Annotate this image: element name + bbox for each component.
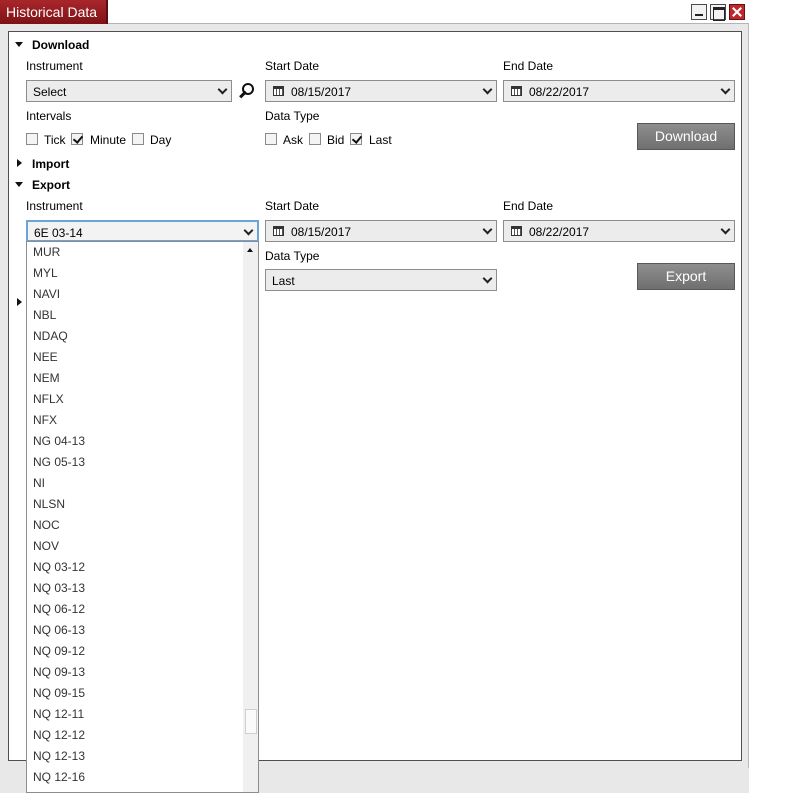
collapsed-section-icon[interactable]: [17, 298, 22, 306]
chevron-down-icon: [482, 224, 493, 235]
dropdown-option[interactable]: NFX: [27, 410, 244, 431]
dropdown-option[interactable]: NQ 03-13: [27, 578, 244, 599]
dropdown-option[interactable]: NQ 09-13: [27, 662, 244, 683]
export-instrument-value: 6E 03-14: [34, 226, 83, 240]
chevron-down-icon: [720, 224, 731, 235]
instrument-dropdown-list[interactable]: MUR MYL NAVI NBL NDAQ NEE NEM NFLX NFX NG 04-13 NG…: [26, 241, 259, 793]
chevron-down-icon: [720, 84, 731, 95]
import-section-title[interactable]: Import: [32, 157, 69, 171]
export-data-type-label: Data Type: [265, 249, 320, 263]
export-start-date-picker[interactable]: 08/15/2017: [265, 220, 497, 242]
chevron-down-icon: [482, 273, 493, 284]
dropdown-option[interactable]: NQ 12-12: [27, 725, 244, 746]
export-data-type-select[interactable]: Last: [265, 269, 497, 291]
title-bar[interactable]: Historical Data: [0, 0, 749, 24]
dropdown-option[interactable]: NFLX: [27, 389, 244, 410]
interval-tick-checkbox[interactable]: [26, 133, 38, 145]
data-type-bid-checkbox[interactable]: [309, 133, 321, 145]
download-instrument-label: Instrument: [26, 59, 83, 73]
dropdown-option[interactable]: NDAQ: [27, 326, 244, 347]
data-type-last-label[interactable]: Last: [369, 133, 392, 147]
dropdown-options: MUR MYL NAVI NBL NDAQ NEE NEM NFLX NFX NG 04-13 NG…: [27, 242, 244, 788]
download-end-date-picker[interactable]: 08/22/2017: [503, 80, 735, 102]
close-icon[interactable]: [729, 4, 745, 20]
download-end-date-value: 08/22/2017: [529, 85, 590, 99]
dropdown-option[interactable]: NLSN: [27, 494, 244, 515]
dropdown-option[interactable]: NQ 09-12: [27, 641, 244, 662]
export-data-type-value: Last: [272, 274, 295, 288]
dropdown-option[interactable]: NEM: [27, 368, 244, 389]
chevron-down-icon: [217, 84, 228, 95]
dropdown-option[interactable]: NQ 12-16: [27, 767, 244, 788]
export-start-date-label: Start Date: [265, 199, 320, 213]
dropdown-option[interactable]: NG 04-13: [27, 431, 244, 452]
calendar-icon: [511, 86, 522, 96]
data-type-bid-label[interactable]: Bid: [327, 133, 344, 147]
dropdown-option[interactable]: MUR: [27, 242, 244, 263]
download-start-date-value: 08/15/2017: [291, 85, 352, 99]
chevron-down-icon: [482, 84, 493, 95]
dropdown-option[interactable]: NAVI: [27, 284, 244, 305]
dropdown-option[interactable]: NQ 03-12: [27, 557, 244, 578]
search-icon[interactable]: [238, 83, 254, 99]
interval-day-checkbox[interactable]: [132, 133, 144, 145]
dropdown-option[interactable]: NQ 06-13: [27, 620, 244, 641]
export-button[interactable]: Export: [637, 263, 735, 290]
export-end-date-label: End Date: [503, 199, 554, 213]
data-type-last-checkbox[interactable]: [350, 133, 362, 145]
chevron-down-icon: [243, 225, 254, 236]
download-start-date-label: Start Date: [265, 59, 320, 73]
dropdown-option[interactable]: NBL: [27, 305, 244, 326]
interval-minute-checkbox[interactable]: [71, 133, 83, 145]
calendar-icon: [273, 226, 284, 236]
dropdown-option[interactable]: NOC: [27, 515, 244, 536]
dropdown-option[interactable]: NQ 12-11: [27, 704, 244, 725]
download-instrument-select[interactable]: Select: [26, 80, 232, 102]
dropdown-option[interactable]: NI: [27, 473, 244, 494]
download-data-type-label: Data Type: [265, 109, 320, 123]
interval-minute-label[interactable]: Minute: [90, 133, 126, 147]
download-button[interactable]: Download: [637, 123, 735, 150]
download-start-date-picker[interactable]: 08/15/2017: [265, 80, 497, 102]
minimize-icon[interactable]: [691, 4, 707, 20]
dropdown-option[interactable]: NEE: [27, 347, 244, 368]
export-start-date-value: 08/15/2017: [291, 225, 352, 239]
window-title: Historical Data: [0, 0, 109, 24]
import-collapsed-icon[interactable]: [17, 159, 22, 167]
dropdown-option[interactable]: NQ 12-13: [27, 746, 244, 767]
dropdown-option[interactable]: NQ 06-12: [27, 599, 244, 620]
interval-tick-label[interactable]: Tick: [44, 133, 66, 147]
dropdown-scrollbar[interactable]: [243, 242, 258, 792]
dropdown-option[interactable]: NG 05-13: [27, 452, 244, 473]
calendar-icon: [273, 86, 284, 96]
export-instrument-label: Instrument: [26, 199, 83, 213]
download-instrument-value: Select: [33, 85, 67, 99]
data-type-ask-checkbox[interactable]: [265, 133, 277, 145]
maximize-icon[interactable]: [710, 4, 726, 21]
interval-day-label[interactable]: Day: [150, 133, 171, 147]
scroll-up-icon[interactable]: [247, 248, 253, 252]
download-end-date-label: End Date: [503, 59, 554, 73]
export-section-title[interactable]: Export: [32, 178, 70, 192]
calendar-icon: [511, 226, 522, 236]
download-expanded-icon[interactable]: [15, 42, 23, 47]
dropdown-option[interactable]: NQ 09-15: [27, 683, 244, 704]
export-end-date-picker[interactable]: 08/22/2017: [503, 220, 735, 242]
dropdown-option[interactable]: NOV: [27, 536, 244, 557]
export-instrument-select[interactable]: 6E 03-14: [26, 220, 259, 242]
scrollbar-thumb[interactable]: [245, 709, 257, 734]
export-expanded-icon[interactable]: [15, 182, 23, 187]
data-type-ask-label[interactable]: Ask: [283, 133, 303, 147]
dropdown-option[interactable]: MYL: [27, 263, 244, 284]
download-section-title[interactable]: Download: [32, 38, 89, 52]
export-end-date-value: 08/22/2017: [529, 225, 590, 239]
intervals-label: Intervals: [26, 109, 72, 123]
